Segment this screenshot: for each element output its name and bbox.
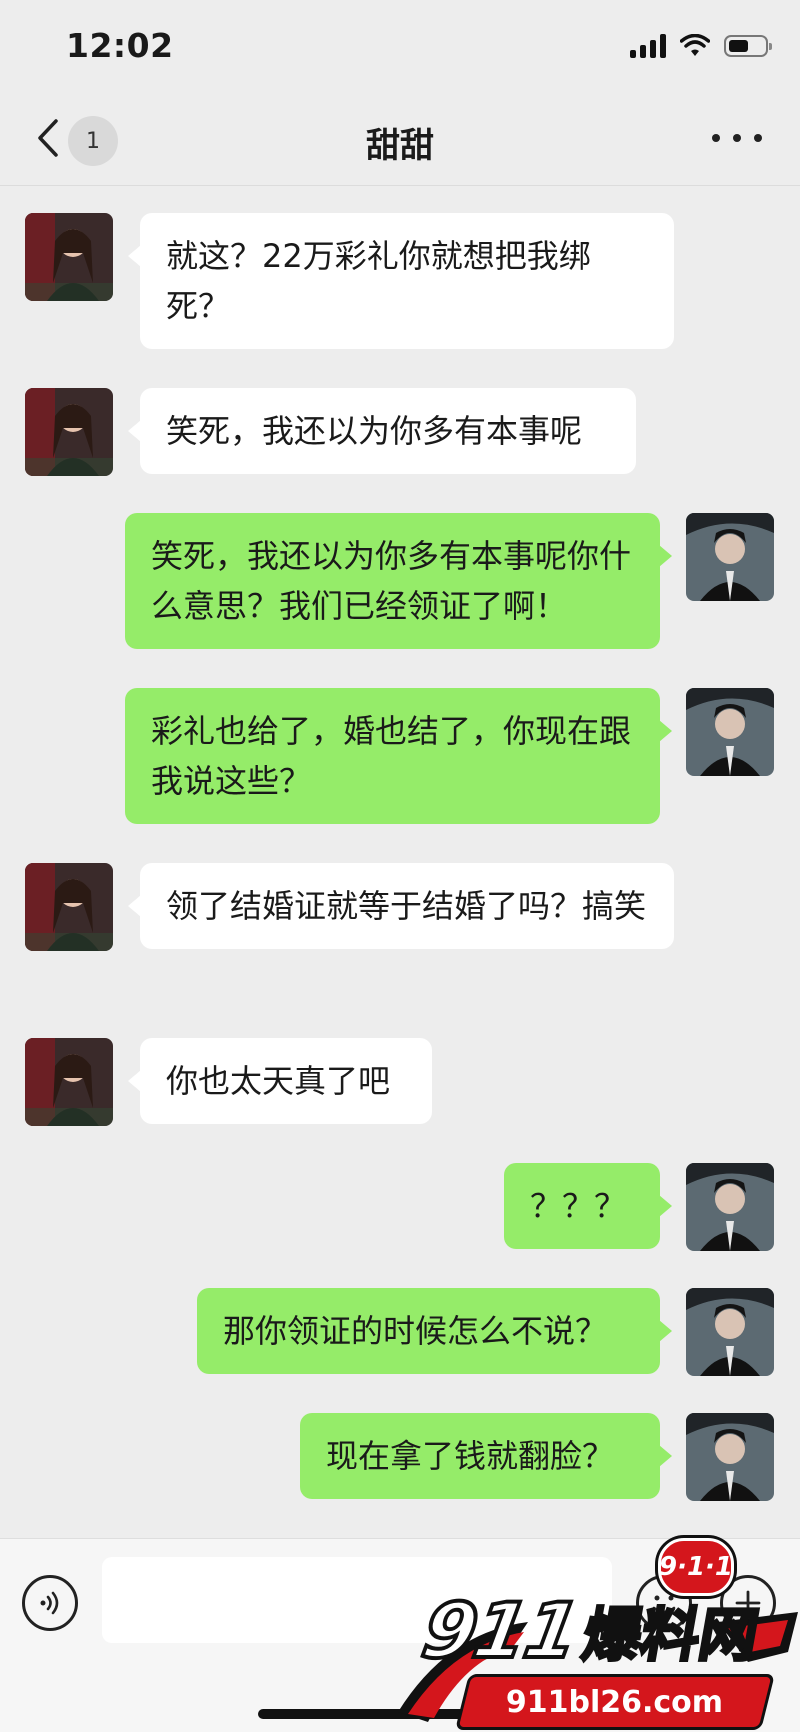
message-bubble[interactable]: 你也太天真了吧 bbox=[128, 1038, 432, 1124]
my-avatar[interactable] bbox=[686, 1413, 774, 1501]
watermark-logo: 9·1·1 911 爆料网 911bl26.com bbox=[388, 1532, 800, 1732]
battery-level bbox=[729, 40, 748, 52]
watermark-title: 911 爆料网 bbox=[414, 1584, 766, 1677]
watermark-url: 911bl26.com bbox=[506, 1684, 724, 1720]
status-icons bbox=[630, 34, 772, 58]
ellipsis-icon bbox=[712, 134, 720, 142]
status-time: 12:02 bbox=[66, 26, 174, 65]
watermark-number: 911 bbox=[414, 1584, 586, 1677]
message-bubble[interactable]: 笑死，我还以为你多有本事呢 bbox=[128, 388, 636, 474]
message-text: 现在拿了钱就翻脸？ bbox=[326, 1437, 615, 1475]
my-avatar[interactable] bbox=[686, 1163, 774, 1251]
status-bar: 12:02 bbox=[0, 0, 800, 92]
contact-avatar[interactable] bbox=[25, 863, 113, 951]
voice-icon bbox=[40, 1591, 59, 1615]
nav-bar: 1 甜甜 bbox=[0, 92, 800, 186]
message-text: 你也太天真了吧 bbox=[166, 1062, 391, 1100]
message-bubble[interactable]: 笑死，我还以为你多有本事呢你什么意思？我们已经领证了啊！ bbox=[125, 513, 672, 649]
message-text: 就这？22万彩礼你就想把我绑死？ bbox=[166, 237, 591, 325]
contact-avatar[interactable] bbox=[25, 388, 113, 476]
my-avatar[interactable] bbox=[686, 513, 774, 601]
message-text: 笑死，我还以为你多有本事呢你什么意思？我们已经领证了啊！ bbox=[151, 537, 632, 625]
cellular-signal-icon bbox=[630, 34, 666, 58]
message-text: 笑死，我还以为你多有本事呢 bbox=[166, 412, 583, 450]
watermark-url-box: 911bl26.com bbox=[455, 1674, 775, 1730]
chat-title: 甜甜 bbox=[366, 126, 434, 166]
message-text: 领了结婚证就等于结婚了吗？搞笑 bbox=[166, 887, 647, 925]
battery-icon bbox=[724, 35, 772, 57]
message-bubble[interactable]: 那你领证的时候怎么不说？ bbox=[197, 1288, 672, 1374]
message-text: ？？？ bbox=[530, 1187, 627, 1225]
message-bubble[interactable]: 领了结婚证就等于结婚了吗？搞笑 bbox=[128, 863, 674, 949]
contact-avatar[interactable] bbox=[25, 213, 113, 301]
voice-button[interactable] bbox=[22, 1575, 78, 1631]
my-avatar[interactable] bbox=[686, 688, 774, 776]
message-bubble[interactable]: ？？？ bbox=[504, 1163, 672, 1249]
message-bubble[interactable]: 就这？22万彩礼你就想把我绑死？ bbox=[128, 213, 674, 349]
more-button[interactable] bbox=[712, 118, 762, 158]
message-text: 那你领证的时候怎么不说？ bbox=[223, 1312, 608, 1350]
watermark-name: 爆料网 bbox=[576, 1600, 765, 1671]
my-avatar[interactable] bbox=[686, 1288, 774, 1376]
message-bubble[interactable]: 彩礼也给了，婚也结了，你现在跟我说这些？ bbox=[125, 688, 672, 824]
wifi-icon bbox=[680, 34, 710, 56]
contact-avatar[interactable] bbox=[25, 1038, 113, 1126]
message-bubble[interactable]: 现在拿了钱就翻脸？ bbox=[300, 1413, 672, 1499]
message-text: 彩礼也给了，婚也结了，你现在跟我说这些？ bbox=[151, 712, 632, 800]
